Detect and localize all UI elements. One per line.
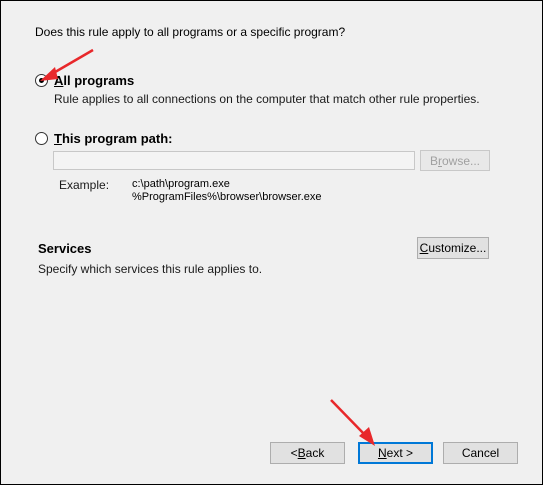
arrow-to-next-button xyxy=(330,399,375,446)
annotation-arrows xyxy=(40,48,375,446)
arrow-to-all-programs xyxy=(40,48,94,81)
